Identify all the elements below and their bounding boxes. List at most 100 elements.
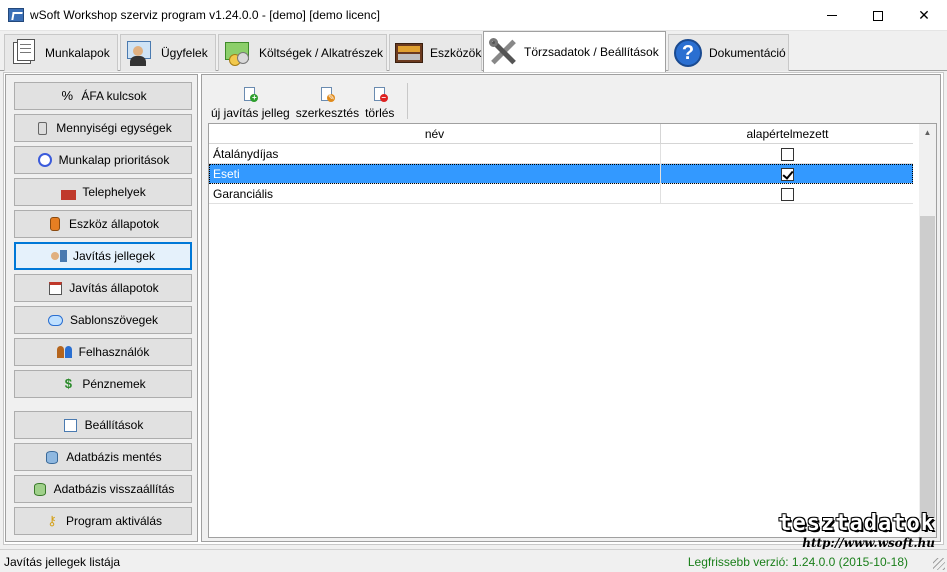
sidebar-item-label: Javítás állapotok	[69, 281, 159, 295]
database-backup-icon	[44, 449, 60, 465]
tab-label: Munkalapok	[45, 46, 110, 60]
window-title: wSoft Workshop szerviz program v1.24.0.0…	[30, 8, 380, 22]
tab-label: Ügyfelek	[161, 46, 208, 60]
maximize-icon	[873, 10, 883, 21]
sidebar-item-label: Felhasználók	[78, 345, 150, 359]
watermark-url: http://www.wsoft.hu	[802, 536, 935, 550]
speech-bubble-icon	[48, 312, 64, 328]
scroll-up-icon[interactable]: ▲	[919, 124, 936, 141]
sidebar-item-adatbazis-visszaallitas[interactable]: Adatbázis visszaállítás	[14, 475, 192, 503]
sidebar-item-label: ÁFA kulcsok	[81, 89, 147, 103]
sidebar-item-label: Mennyiségi egységek	[56, 121, 172, 135]
edit-button[interactable]: ✎ szerkesztés	[293, 87, 362, 123]
tab-label: Költségek / Alkatrészek	[259, 46, 384, 60]
column-header-name[interactable]: név	[209, 124, 661, 144]
sidebar-item-telephelyek[interactable]: Telephelyek	[14, 178, 192, 206]
worksheets-icon	[9, 38, 39, 68]
sidebar-item-javitas-jellegek[interactable]: Javítás jellegek	[14, 242, 192, 270]
version-text: Legfrissebb verzió: 1.24.0.0 (2015-10-18…	[687, 555, 908, 569]
repair-types-table: név alapértelmezett Átalánydíjas Eseti G…	[208, 123, 937, 538]
help-icon: ?	[673, 38, 703, 68]
sidebar-item-felhasznalok[interactable]: Felhasználók	[14, 338, 192, 366]
cell-default	[662, 184, 913, 204]
delete-document-icon: –	[372, 87, 388, 103]
cell-default	[662, 144, 913, 164]
toolbar-label: törlés	[365, 106, 395, 120]
settings-icon	[63, 417, 79, 433]
sidebar-item-mennyisegi-egysegek[interactable]: Mennyiségi egységek	[14, 114, 192, 142]
scroll-thumb[interactable]	[920, 216, 935, 518]
devices-icon	[394, 38, 424, 68]
table-header: név alapértelmezett	[209, 124, 913, 144]
tab-koltsegek[interactable]: Költségek / Alkatrészek	[218, 34, 387, 71]
column-header-default[interactable]: alapértelmezett	[662, 124, 913, 144]
sidebar-item-label: Beállítások	[84, 418, 144, 432]
main-tab-bar: Munkalapok Ügyfelek Költségek / Alkatrés…	[0, 31, 947, 72]
sidebar-item-munkalap-prioritasok[interactable]: Munkalap prioritások	[14, 146, 192, 174]
table-row-selected[interactable]: Eseti	[209, 164, 913, 184]
users-icon	[57, 344, 73, 360]
sidebar-item-label: Adatbázis mentés	[66, 450, 162, 464]
calendar-icon	[47, 280, 63, 296]
clock-icon	[37, 152, 53, 168]
edit-document-icon: ✎	[319, 87, 336, 103]
cell-default	[662, 164, 913, 184]
maximize-button[interactable]	[855, 0, 901, 31]
tab-dokumentacio[interactable]: ? Dokumentáció	[668, 34, 789, 71]
tab-label: Dokumentáció	[709, 46, 786, 60]
new-repair-type-button[interactable]: + új javítás jelleg	[208, 87, 293, 123]
sidebar-item-eszkoz-allapotok[interactable]: Eszköz állapotok	[14, 210, 192, 238]
watermark-title: tesztadatok	[778, 511, 935, 536]
sidebar-item-label: Pénznemek	[82, 377, 146, 391]
currency-icon: $	[64, 376, 72, 391]
close-button[interactable]: ✕	[901, 0, 947, 31]
toolbar-label: új javítás jelleg	[211, 106, 290, 120]
sidebar: % ÁFA kulcsok Mennyiségi egységek Munkal…	[5, 74, 198, 542]
table-row[interactable]: Átalánydíjas	[209, 144, 913, 164]
watermark: tesztadatok http://www.wsoft.hu	[775, 511, 935, 551]
sidebar-item-javitas-allapotok[interactable]: Javítás állapotok	[14, 274, 192, 302]
sidebar-item-beallitasok[interactable]: Beállítások	[14, 411, 192, 439]
tab-torzsadatok[interactable]: Törzsadatok / Beállítások	[483, 31, 666, 72]
sidebar-item-sablonszovegek[interactable]: Sablonszövegek	[14, 306, 192, 334]
delete-button[interactable]: – törlés	[362, 87, 397, 123]
tab-ugyfelek[interactable]: Ügyfelek	[120, 34, 216, 71]
sidebar-item-label: Munkalap prioritások	[58, 153, 170, 167]
close-icon: ✕	[918, 7, 930, 23]
sidebar-item-afa-kulcsok[interactable]: % ÁFA kulcsok	[14, 82, 192, 110]
cell-name: Garanciális	[209, 184, 661, 204]
default-checkbox-checked[interactable]	[781, 167, 794, 181]
factory-icon	[60, 184, 76, 200]
default-checkbox[interactable]	[781, 147, 794, 161]
add-document-icon: +	[242, 87, 259, 103]
device-status-icon	[47, 216, 63, 232]
key-icon: ⚷	[47, 513, 57, 528]
toolbar-label: szerkesztés	[295, 106, 360, 120]
unit-icon	[34, 120, 50, 136]
status-text: Javítás jellegek listája	[4, 555, 121, 569]
content-panel: + új javítás jelleg ✎ szerkesztés – törl…	[201, 74, 941, 542]
sidebar-item-label: Program aktiválás	[65, 514, 163, 528]
tools-icon	[488, 37, 518, 67]
tab-label: Eszközök	[430, 46, 482, 60]
repair-type-icon	[50, 248, 67, 264]
sidebar-item-penznemek[interactable]: $ Pénznemek	[14, 370, 192, 398]
minimize-button[interactable]	[809, 0, 855, 31]
customers-icon	[125, 38, 155, 68]
cell-name: Eseti	[209, 164, 661, 184]
tab-munkalapok[interactable]: Munkalapok	[4, 34, 118, 71]
tab-eszkozok[interactable]: Eszközök	[389, 34, 482, 71]
percent-icon: %	[61, 88, 74, 103]
sidebar-item-program-aktivalas[interactable]: ⚷ Program aktiválás	[14, 507, 192, 535]
status-bar: Javítás jellegek listája Legfrissebb ver…	[0, 549, 947, 572]
toolbar: + új javítás jelleg ✎ szerkesztés – törl…	[208, 79, 397, 123]
resize-grip-icon[interactable]	[933, 558, 945, 570]
tab-label: Törzsadatok / Beállítások	[524, 45, 659, 59]
sidebar-item-adatbazis-mentes[interactable]: Adatbázis mentés	[14, 443, 192, 471]
cell-name: Átalánydíjas	[209, 144, 661, 164]
vertical-scrollbar[interactable]: ▲ ▼	[919, 124, 936, 537]
sidebar-item-label: Eszköz állapotok	[68, 217, 160, 231]
table-row[interactable]: Garanciális	[209, 184, 913, 204]
default-checkbox[interactable]	[781, 187, 794, 201]
sidebar-item-label: Javítás jellegek	[72, 249, 156, 263]
